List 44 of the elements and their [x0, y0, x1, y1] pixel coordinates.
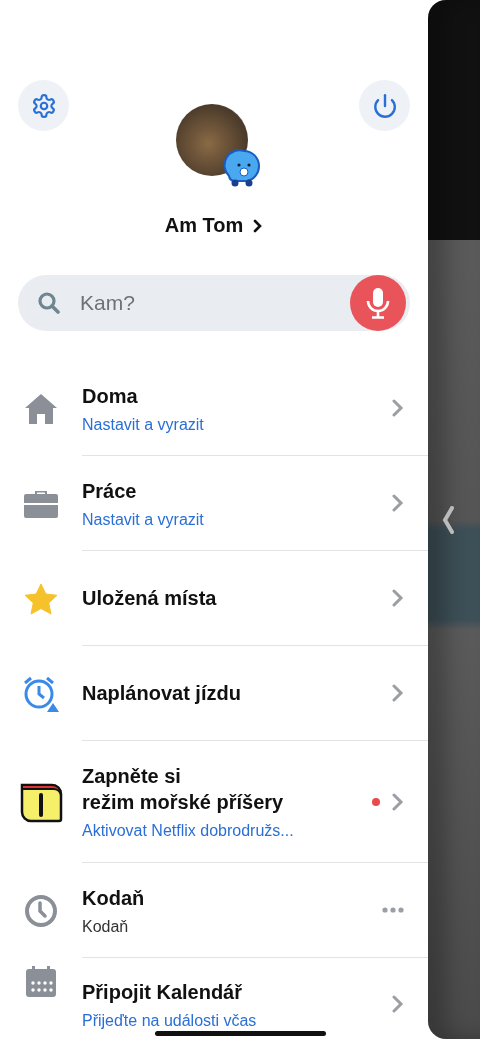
- profile-name-link[interactable]: Am Tom: [164, 214, 264, 237]
- chevron-right-icon: [392, 589, 404, 607]
- settings-icon: [30, 92, 57, 119]
- monster-eye-icon: [19, 781, 63, 823]
- more-icon: [382, 907, 404, 913]
- microphone-icon: [365, 287, 391, 319]
- menu-item-title: Připojit Kalendář: [82, 979, 244, 1005]
- star-icon: [24, 582, 58, 615]
- chevron-right-icon: [392, 399, 404, 417]
- search-bar[interactable]: Kam?: [18, 275, 410, 331]
- menu-item-subtitle: Kodaň: [82, 917, 130, 936]
- search-field[interactable]: Kam?: [78, 290, 332, 316]
- chevron-right-icon: [392, 995, 404, 1013]
- menu-item[interactable]: Připojit Kalendář Přijeďte na události včas: [0, 958, 428, 1039]
- menu-item-title: Doma: [82, 383, 139, 409]
- chevron-right-icon: [253, 218, 264, 233]
- chevron-right-icon: [392, 792, 404, 811]
- menu-item-title: Naplánovat jízdu: [82, 681, 242, 706]
- power-icon: [371, 92, 398, 119]
- microphone-button[interactable]: [350, 275, 406, 331]
- power-button[interactable]: [359, 80, 410, 131]
- chevron-left-icon: [442, 505, 454, 534]
- menu-item[interactable]: Kodaň Kodaň: [0, 863, 428, 958]
- chevron-right-icon: [392, 684, 404, 702]
- calendar-icon: [25, 966, 57, 998]
- menu-item[interactable]: Doma Nastavit a vyrazit: [0, 361, 428, 456]
- search-icon: [38, 292, 60, 314]
- menu-item-title: Práce: [82, 478, 138, 504]
- menu-item-action-link[interactable]: Nastavit a vyrazit: [82, 415, 392, 434]
- menu-item-title: Zapněte si režim mořské příšery: [82, 764, 285, 815]
- menu-item-title: Uložená místa: [82, 586, 218, 611]
- briefcase-icon: [23, 488, 59, 519]
- menu-item-title: Kodaň: [82, 885, 146, 911]
- house-icon: [23, 391, 59, 426]
- menu-item[interactable]: Zapněte si režim mořské příšery Aktivovat Netflix dobrodružs...: [0, 741, 428, 863]
- menu-item-action-link[interactable]: Aktivovat Netflix dobrodružs...: [82, 822, 372, 840]
- clock-icon: [24, 893, 58, 928]
- settings-button[interactable]: [18, 80, 69, 131]
- menu-item-action-link[interactable]: Přijeďte na události včas: [82, 1011, 392, 1030]
- alarm-clock-icon: [22, 674, 60, 713]
- menu-item[interactable]: Práce Nastavit a vyrazit: [0, 456, 428, 551]
- menu-item-action-link[interactable]: Nastavit a vyrazit: [82, 510, 392, 529]
- menu-item[interactable]: Uložená místa: [0, 551, 428, 646]
- chevron-right-icon: [392, 494, 404, 512]
